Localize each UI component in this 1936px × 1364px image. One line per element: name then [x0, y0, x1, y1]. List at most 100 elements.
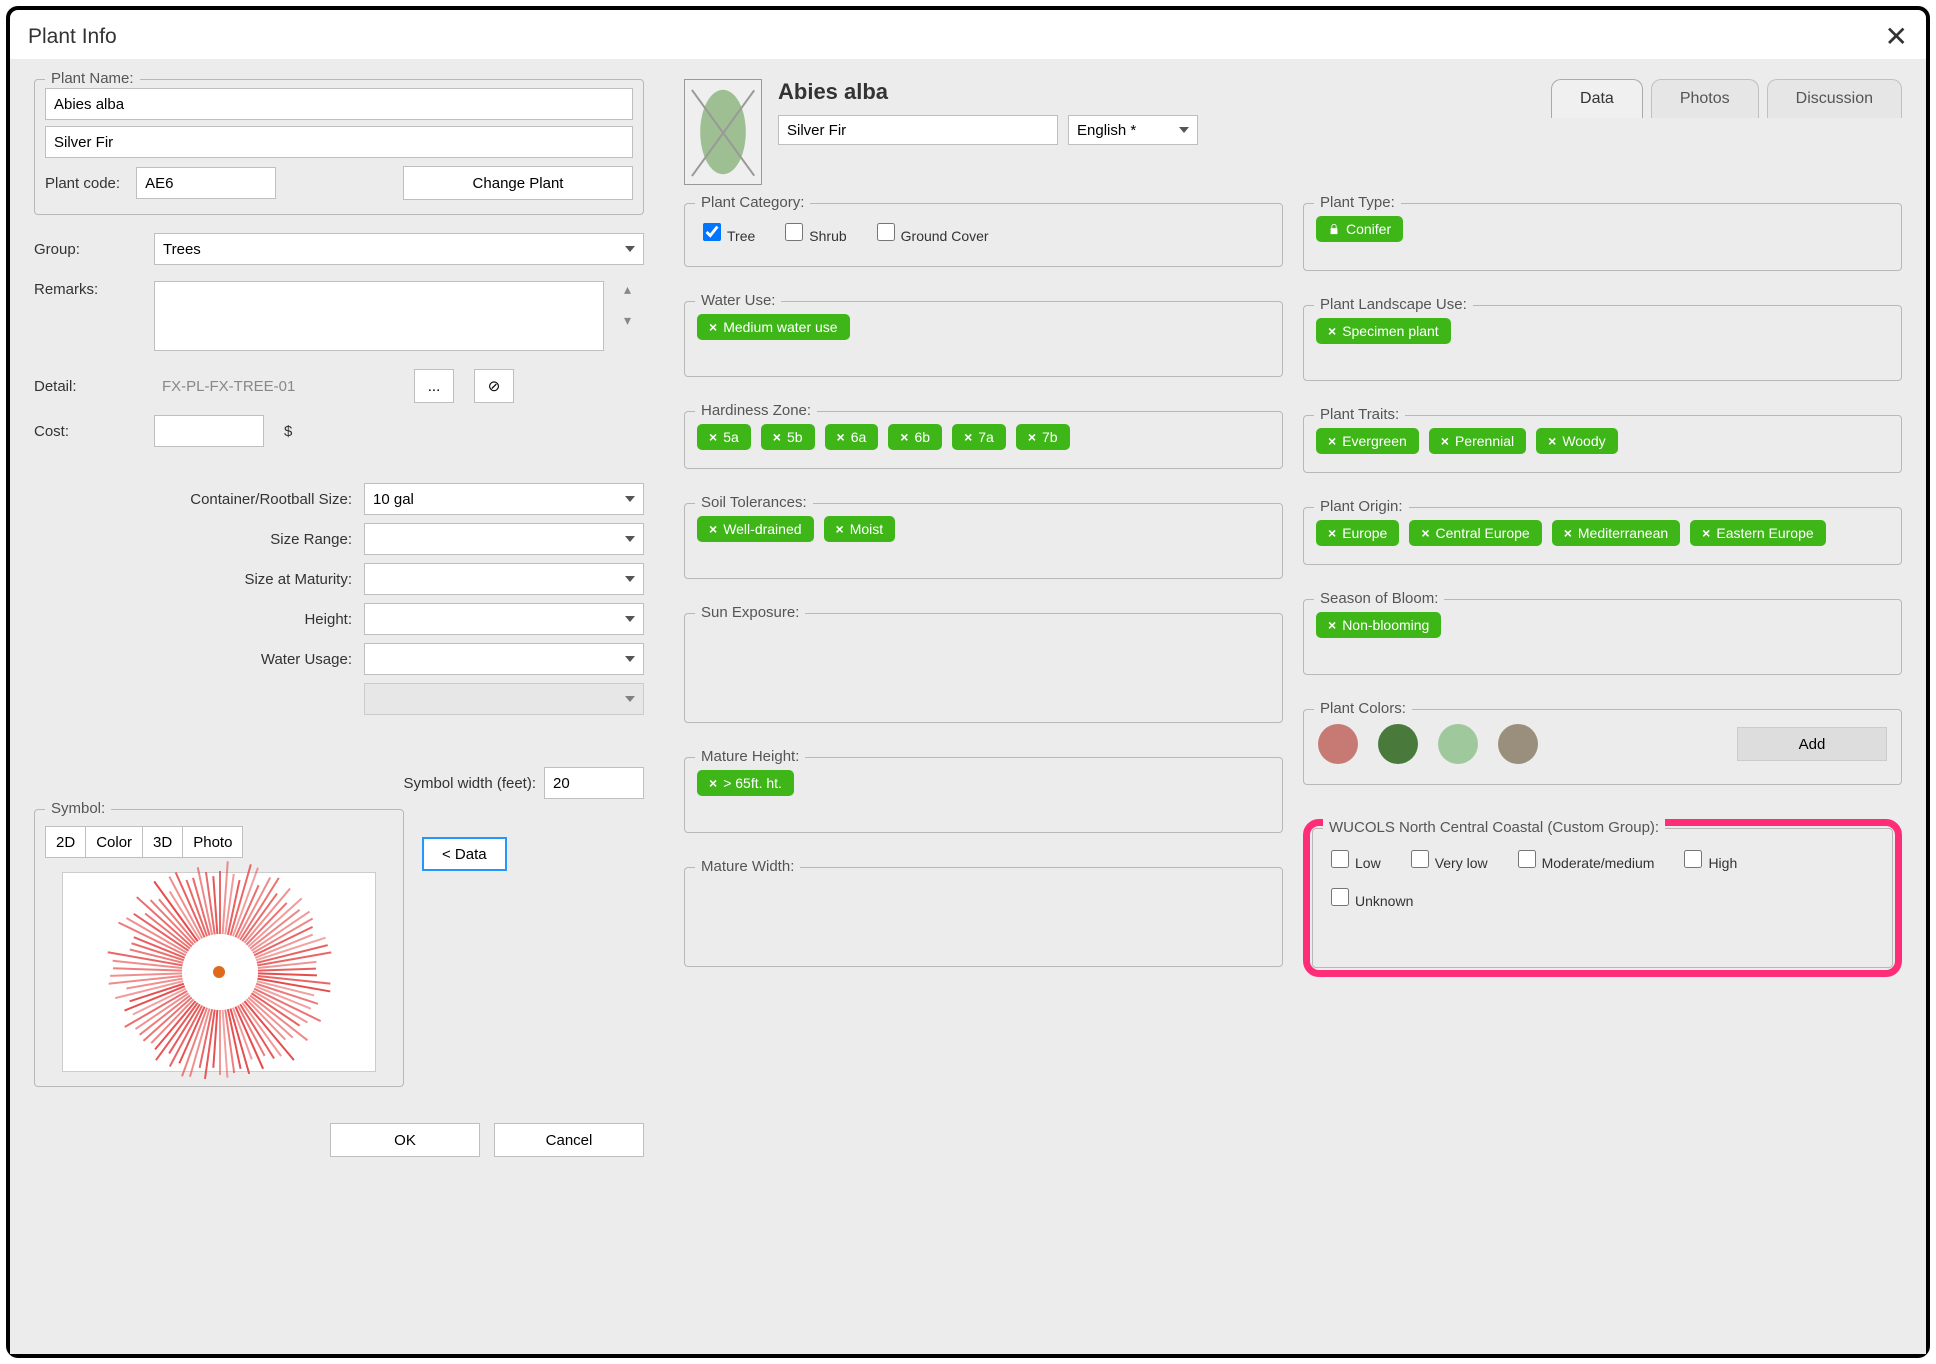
tag-type-conifer[interactable]: Conifer	[1316, 216, 1403, 242]
size-maturity-select[interactable]	[364, 563, 644, 595]
wucols-low-checkbox[interactable]	[1331, 850, 1349, 868]
wucols-vlow-checkbox[interactable]	[1411, 850, 1429, 868]
group-select[interactable]: Trees	[154, 233, 644, 265]
remove-icon[interactable]: ×	[773, 429, 781, 445]
cancel-button[interactable]: Cancel	[494, 1123, 644, 1157]
ground-checkbox-label[interactable]: Ground Cover	[873, 220, 989, 244]
tag-zone-7a[interactable]: ×7a	[952, 424, 1006, 450]
plant-common-name-input[interactable]	[45, 126, 633, 158]
wucols-high-checkbox[interactable]	[1684, 850, 1702, 868]
ground-cover-checkbox[interactable]	[877, 223, 895, 241]
plant-name-fieldset: Plant Name: Plant code: Change Plant	[34, 79, 644, 215]
tag-height-65ft[interactable]: ×> 65ft. ht.	[697, 770, 794, 796]
tree-checkbox[interactable]	[703, 223, 721, 241]
wucols-low-label[interactable]: Low	[1327, 847, 1381, 871]
tag-origin-mediterranean[interactable]: ×Mediterranean	[1552, 520, 1680, 546]
remove-icon[interactable]: ×	[1421, 525, 1429, 541]
wucols-unknown-checkbox[interactable]	[1331, 888, 1349, 906]
detail-browse-button[interactable]: ...	[414, 369, 454, 403]
water-use-legend: Water Use:	[695, 292, 781, 309]
remove-icon[interactable]: ×	[1028, 429, 1036, 445]
size-range-select[interactable]	[364, 523, 644, 555]
remove-icon[interactable]: ×	[709, 429, 717, 445]
bloom-legend: Season of Bloom:	[1314, 590, 1444, 607]
symbol-tab-color[interactable]: Color	[85, 826, 142, 858]
color-swatch-1[interactable]	[1318, 724, 1358, 764]
tag-zone-6b[interactable]: ×6b	[888, 424, 942, 450]
remove-icon[interactable]: ×	[1548, 433, 1556, 449]
cost-input[interactable]	[154, 415, 264, 447]
tab-data[interactable]: Data	[1551, 79, 1643, 118]
remove-icon[interactable]: ×	[1564, 525, 1572, 541]
remove-icon[interactable]: ×	[1328, 433, 1336, 449]
remarks-input[interactable]	[154, 281, 604, 351]
wucols-moderate-checkbox[interactable]	[1518, 850, 1536, 868]
symbol-width-input[interactable]	[544, 767, 644, 799]
tag-soil-moist[interactable]: ×Moist	[824, 516, 896, 542]
remarks-scroll-arrows[interactable]: ▴ ▾	[624, 281, 644, 329]
symbol-tab-2d[interactable]: 2D	[45, 826, 85, 858]
language-select[interactable]: English *	[1068, 115, 1198, 145]
remove-icon[interactable]: ×	[900, 429, 908, 445]
plant-info-window: Plant Info ✕ Plant Name: Plant code: Cha…	[6, 6, 1930, 1358]
tag-water-medium[interactable]: ×Medium water use	[697, 314, 850, 340]
remove-icon[interactable]: ×	[837, 429, 845, 445]
height-select[interactable]	[364, 603, 644, 635]
plant-latin-name-input[interactable]	[45, 88, 633, 120]
tag-zone-5b[interactable]: ×5b	[761, 424, 815, 450]
color-swatch-3[interactable]	[1438, 724, 1478, 764]
right-tabs: Data Photos Discussion	[1551, 79, 1902, 118]
water-use-fieldset: Water Use: ×Medium water use	[684, 301, 1283, 377]
tab-discussion[interactable]: Discussion	[1767, 79, 1902, 118]
data-back-button[interactable]: < Data	[422, 837, 507, 871]
container-select[interactable]: 10 gal	[364, 483, 644, 515]
tree-checkbox-label[interactable]: Tree	[699, 220, 755, 244]
tag-zone-5a[interactable]: ×5a	[697, 424, 751, 450]
tag-zone-6a[interactable]: ×6a	[825, 424, 879, 450]
wucols-moderate-label[interactable]: Moderate/medium	[1514, 847, 1655, 871]
triangle-down-icon[interactable]: ▾	[624, 312, 644, 329]
symbol-tab-photo[interactable]: Photo	[182, 826, 243, 858]
tag-non-blooming[interactable]: ×Non-blooming	[1316, 612, 1441, 638]
remove-icon[interactable]: ×	[1328, 525, 1336, 541]
tag-origin-eastern-europe[interactable]: ×Eastern Europe	[1690, 520, 1825, 546]
shrub-checkbox-label[interactable]: Shrub	[781, 220, 846, 244]
tag-woody[interactable]: ×Woody	[1536, 428, 1618, 454]
plant-code-input[interactable]	[136, 167, 276, 199]
tag-zone-7b[interactable]: ×7b	[1016, 424, 1070, 450]
tag-evergreen[interactable]: ×Evergreen	[1316, 428, 1419, 454]
tag-specimen-plant[interactable]: ×Specimen plant	[1316, 318, 1451, 344]
tag-origin-central-europe[interactable]: ×Central Europe	[1409, 520, 1541, 546]
remove-icon[interactable]: ×	[964, 429, 972, 445]
tag-origin-europe[interactable]: ×Europe	[1316, 520, 1399, 546]
change-plant-button[interactable]: Change Plant	[403, 166, 633, 200]
wucols-high-label[interactable]: High	[1680, 847, 1737, 871]
close-icon[interactable]: ✕	[1885, 20, 1908, 53]
detail-clear-button[interactable]: ⊘	[474, 369, 514, 403]
wucols-legend: WUCOLS North Central Coastal (Custom Gro…	[1323, 819, 1665, 836]
plant-name-label: Plant Name:	[45, 70, 140, 87]
shrub-checkbox[interactable]	[785, 223, 803, 241]
color-swatch-2[interactable]	[1378, 724, 1418, 764]
remove-icon[interactable]: ×	[709, 319, 717, 335]
tag-soil-well-drained[interactable]: ×Well-drained	[697, 516, 814, 542]
wucols-unknown-label[interactable]: Unknown	[1327, 885, 1413, 909]
tag-perennial[interactable]: ×Perennial	[1429, 428, 1526, 454]
remove-icon[interactable]: ×	[709, 775, 717, 791]
traits-fieldset: Plant Traits: ×Evergreen ×Perennial ×Woo…	[1303, 415, 1902, 473]
tab-photos[interactable]: Photos	[1651, 79, 1759, 118]
remove-icon[interactable]: ×	[1702, 525, 1710, 541]
remove-icon[interactable]: ×	[836, 521, 844, 537]
ok-button[interactable]: OK	[330, 1123, 480, 1157]
add-color-button[interactable]: Add	[1737, 727, 1887, 761]
common-name-field[interactable]	[778, 115, 1058, 145]
remove-icon[interactable]: ×	[1328, 323, 1336, 339]
triangle-up-icon[interactable]: ▴	[624, 281, 644, 298]
remove-icon[interactable]: ×	[1441, 433, 1449, 449]
symbol-tab-3d[interactable]: 3D	[142, 826, 182, 858]
wucols-vlow-label[interactable]: Very low	[1407, 847, 1488, 871]
color-swatch-4[interactable]	[1498, 724, 1538, 764]
water-usage-select[interactable]	[364, 643, 644, 675]
remove-icon[interactable]: ×	[709, 521, 717, 537]
remove-icon[interactable]: ×	[1328, 617, 1336, 633]
